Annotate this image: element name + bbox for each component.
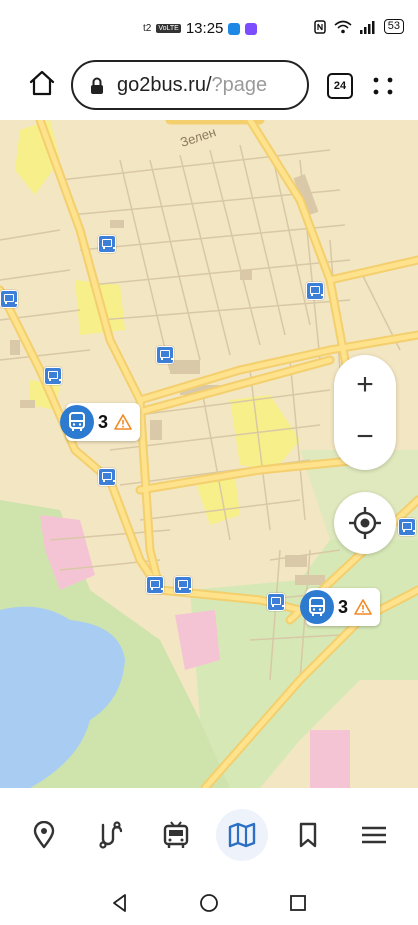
status-right: 53 — [314, 19, 404, 34]
vehicle-marker[interactable]: 3 — [60, 403, 141, 441]
bus-stop-marker[interactable] — [98, 468, 116, 486]
bus-stop-marker[interactable] — [44, 367, 62, 385]
system-navigation-bar — [0, 878, 418, 925]
bottom-navigation — [0, 788, 418, 882]
vehicle-pin — [300, 590, 334, 624]
nav-transport[interactable] — [150, 809, 202, 861]
url-host: go2bus.ru/ — [117, 74, 212, 96]
clock: 13:25 — [185, 20, 224, 37]
bus-stop-marker[interactable] — [146, 576, 164, 594]
app-notification-icon — [228, 22, 241, 35]
nav-menu[interactable] — [348, 809, 400, 861]
bus-stop-marker[interactable] — [174, 576, 192, 594]
recents-square-icon[interactable] — [288, 893, 308, 913]
battery-icon: 53 — [383, 19, 404, 34]
signal-icon — [359, 20, 375, 34]
nav-stops[interactable] — [18, 809, 70, 861]
url-path: ?page — [211, 74, 268, 96]
crosshair-icon — [349, 507, 381, 539]
lock-icon — [91, 77, 103, 94]
bus-stop-marker[interactable] — [156, 346, 174, 364]
zoom-out-button[interactable]: − — [334, 412, 396, 462]
url-text: go2bus.ru/?page — [117, 74, 267, 97]
locate-me-button[interactable] — [334, 492, 396, 554]
bus-stop-marker[interactable] — [98, 235, 116, 253]
vehicle-marker[interactable]: 3 — [300, 588, 381, 626]
bus-icon — [69, 412, 85, 431]
hamburger-menu-icon — [362, 826, 386, 844]
zoom-control: + − — [334, 355, 396, 470]
status-bar: t2 VoLTE 13:25 53 — [0, 0, 418, 56]
bus-stop-marker[interactable] — [398, 518, 416, 536]
home-circle-icon[interactable] — [199, 893, 219, 913]
home-icon[interactable] — [27, 68, 57, 98]
tab-switcher-button[interactable]: 24 — [327, 73, 353, 99]
vehicle-route-number: 3 — [98, 411, 109, 432]
route-icon — [99, 821, 123, 849]
vehicle-route-number: 3 — [338, 596, 349, 617]
wifi-icon — [334, 20, 352, 33]
address-bar[interactable]: go2bus.ru/?page — [71, 60, 309, 110]
bus-icon — [309, 597, 325, 616]
nav-favorites[interactable] — [282, 809, 334, 861]
app-notification-icon-2 — [245, 22, 258, 35]
browser-toolbar: go2bus.ru/?page 24 — [0, 56, 418, 116]
warning-icon — [354, 599, 372, 615]
nav-map[interactable] — [216, 809, 268, 861]
zoom-in-button[interactable]: + — [334, 360, 396, 410]
bookmark-icon — [299, 822, 317, 848]
status-left: t2 VoLTE 13:25 — [143, 20, 258, 37]
nfc-icon — [314, 19, 326, 34]
map-view[interactable]: Зелен 3 3 + − — [0, 120, 418, 788]
back-triangle-icon[interactable] — [110, 893, 130, 913]
map-icon — [228, 822, 256, 848]
menu-dots-icon[interactable] — [370, 73, 396, 99]
volte-badge: VoLTE — [156, 24, 181, 33]
bus-icon — [163, 821, 189, 848]
bus-stop-marker[interactable] — [267, 593, 285, 611]
map-pin-icon — [33, 821, 55, 849]
bus-stop-marker[interactable] — [0, 290, 18, 308]
bus-stop-marker[interactable] — [306, 282, 324, 300]
carrier-label: t2 — [143, 23, 152, 34]
vehicle-pin — [60, 405, 94, 439]
nav-routes[interactable] — [84, 809, 136, 861]
warning-icon — [114, 414, 132, 430]
